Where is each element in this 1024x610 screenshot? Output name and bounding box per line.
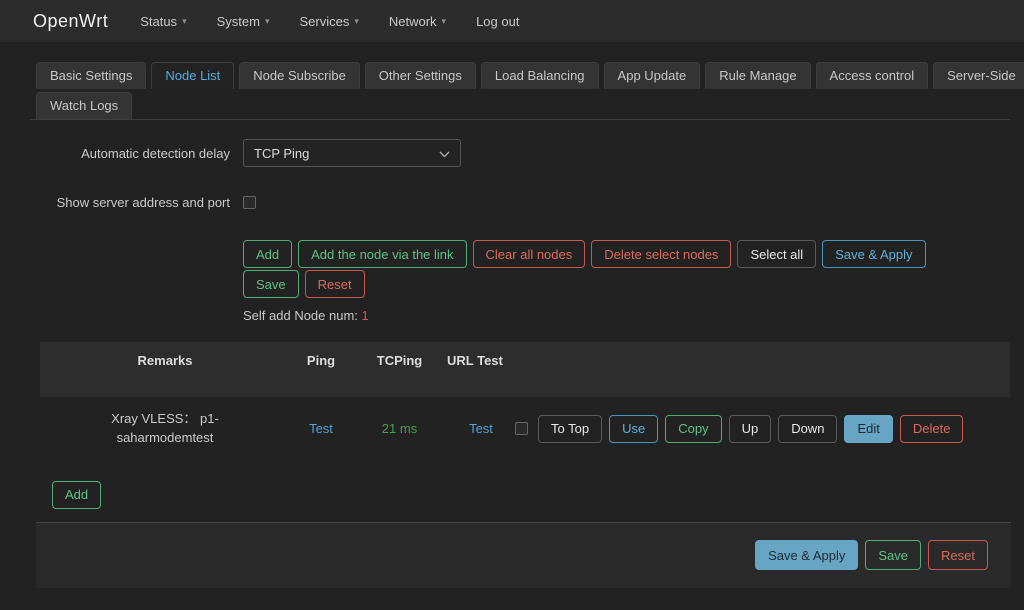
add-node-button-bottom[interactable]: Add bbox=[52, 481, 101, 509]
nav-item-logout[interactable]: Log out bbox=[476, 14, 519, 29]
chevron-down-icon bbox=[439, 146, 450, 161]
select-all-button[interactable]: Select all bbox=[737, 240, 816, 268]
use-button[interactable]: Use bbox=[609, 415, 658, 443]
copy-button[interactable]: Copy bbox=[665, 415, 721, 443]
openwrt-logo[interactable]: OpenWrt bbox=[33, 11, 108, 32]
save-apply-button-footer[interactable]: Save & Apply bbox=[755, 540, 858, 570]
nav-item-network[interactable]: Network ▾ bbox=[389, 14, 446, 29]
save-button-top[interactable]: Save bbox=[243, 270, 299, 298]
down-button[interactable]: Down bbox=[778, 415, 837, 443]
url-test-link[interactable]: Test bbox=[469, 421, 493, 436]
show-address-row: Show server address and port bbox=[30, 195, 1024, 210]
action-row-2: Save Reset bbox=[243, 270, 1024, 298]
header-tcping: TCPing bbox=[352, 353, 447, 397]
nav-item-label: System bbox=[217, 14, 260, 29]
reset-button-footer[interactable]: Reset bbox=[928, 540, 988, 570]
show-address-label: Show server address and port bbox=[30, 195, 230, 210]
to-top-button[interactable]: To Top bbox=[538, 415, 602, 443]
node-remarks-cell: Xray VLESS： p1-saharmodemtest bbox=[40, 410, 290, 448]
row-actions-cell: To Top Use Copy Up Down Edit Delete bbox=[515, 415, 1010, 443]
nav-item-label: Status bbox=[140, 14, 177, 29]
delete-select-nodes-button[interactable]: Delete select nodes bbox=[591, 240, 731, 268]
detection-delay-label: Automatic detection delay bbox=[30, 146, 230, 161]
detection-delay-select[interactable]: TCP Ping bbox=[243, 139, 461, 167]
clear-all-nodes-button[interactable]: Clear all nodes bbox=[473, 240, 586, 268]
tab-load-balancing[interactable]: Load Balancing bbox=[481, 62, 599, 89]
reset-button-top[interactable]: Reset bbox=[305, 270, 365, 298]
tab-node-subscribe[interactable]: Node Subscribe bbox=[239, 62, 360, 89]
header-remarks: Remarks bbox=[40, 353, 290, 397]
row-select-checkbox[interactable] bbox=[515, 422, 528, 435]
top-navbar: OpenWrt Status ▾ System ▾ Services ▾ Net… bbox=[0, 0, 1024, 42]
tab-bar: Basic Settings Node List Node Subscribe … bbox=[30, 62, 1010, 120]
nav-item-status[interactable]: Status ▾ bbox=[140, 14, 186, 29]
ping-cell: Test bbox=[290, 421, 352, 436]
nav-item-system[interactable]: System ▾ bbox=[217, 14, 270, 29]
header-url-test: URL Test bbox=[447, 353, 515, 397]
action-row-1: Add Add the node via the link Clear all … bbox=[243, 240, 1024, 268]
tab-app-update[interactable]: App Update bbox=[604, 62, 701, 89]
node-table: Remarks Ping TCPing URL Test Xray VLESS：… bbox=[40, 342, 1010, 465]
tab-basic-settings[interactable]: Basic Settings bbox=[36, 62, 146, 89]
node-count-text: Self add Node num: 1 bbox=[243, 308, 1024, 323]
tab-server-side[interactable]: Server-Side bbox=[933, 62, 1024, 89]
add-node-via-link-button[interactable]: Add the node via the link bbox=[298, 240, 466, 268]
chevron-down-icon: ▾ bbox=[182, 16, 187, 27]
tab-rule-manage[interactable]: Rule Manage bbox=[705, 62, 810, 89]
tcping-latency: 21 ms bbox=[382, 421, 417, 436]
show-address-checkbox[interactable] bbox=[243, 196, 256, 209]
detection-delay-row: Automatic detection delay TCP Ping bbox=[30, 139, 1024, 167]
chevron-down-icon: ▾ bbox=[354, 16, 359, 27]
tcping-cell: 21 ms bbox=[352, 421, 447, 436]
nav-item-label: Services bbox=[299, 14, 349, 29]
nav-item-services[interactable]: Services ▾ bbox=[299, 14, 358, 29]
header-actions bbox=[515, 353, 1010, 397]
header-ping: Ping bbox=[290, 353, 352, 397]
node-actions: Add Add the node via the link Clear all … bbox=[243, 240, 1024, 323]
node-table-header: Remarks Ping TCPing URL Test bbox=[40, 342, 1010, 397]
node-count-label: Self add Node num: bbox=[243, 308, 358, 323]
tab-row-2: Watch Logs bbox=[36, 92, 1010, 119]
up-button[interactable]: Up bbox=[729, 415, 772, 443]
detection-delay-value: TCP Ping bbox=[254, 146, 309, 161]
delete-button[interactable]: Delete bbox=[900, 415, 964, 443]
save-button-footer[interactable]: Save bbox=[865, 540, 921, 570]
footer-action-bar: Save & Apply Save Reset bbox=[36, 522, 1011, 588]
tab-other-settings[interactable]: Other Settings bbox=[365, 62, 476, 89]
url-test-cell: Test bbox=[447, 421, 515, 436]
chevron-down-icon: ▾ bbox=[442, 16, 447, 27]
node-count-value: 1 bbox=[362, 308, 369, 323]
table-row: Xray VLESS： p1-saharmodemtest Test 21 ms… bbox=[40, 397, 1010, 465]
nav-item-label: Network bbox=[389, 14, 437, 29]
add-button[interactable]: Add bbox=[243, 240, 292, 268]
edit-button[interactable]: Edit bbox=[844, 415, 892, 443]
tab-access-control[interactable]: Access control bbox=[816, 62, 929, 89]
tab-node-list[interactable]: Node List bbox=[151, 62, 234, 89]
tab-watch-logs[interactable]: Watch Logs bbox=[36, 92, 132, 119]
node-remarks: Xray VLESS： p1-saharmodemtest bbox=[90, 410, 240, 448]
chevron-down-icon: ▾ bbox=[265, 16, 270, 27]
ping-test-link[interactable]: Test bbox=[309, 421, 333, 436]
save-apply-button-top[interactable]: Save & Apply bbox=[822, 240, 925, 268]
tab-row-1: Basic Settings Node List Node Subscribe … bbox=[36, 62, 1010, 89]
nav-item-label: Log out bbox=[476, 14, 519, 29]
